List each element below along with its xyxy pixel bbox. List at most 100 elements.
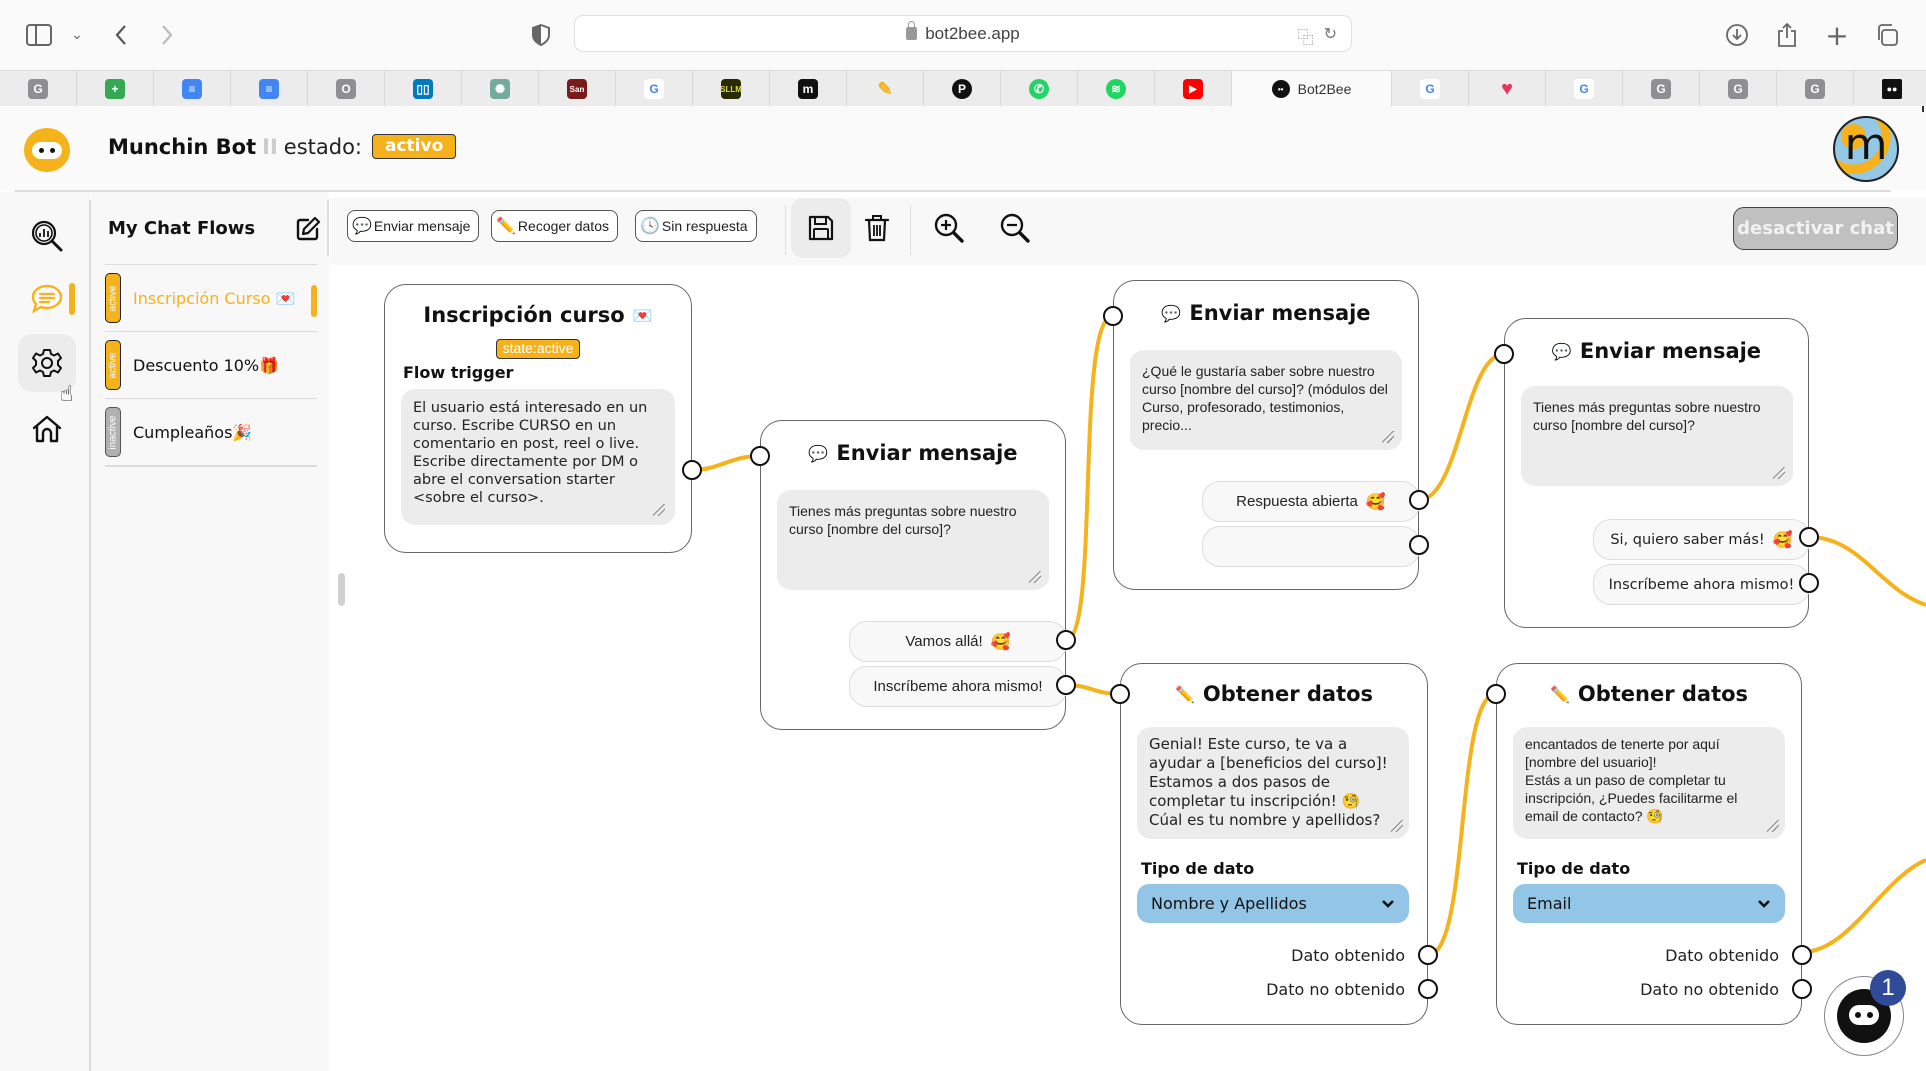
output-port[interactable] <box>1056 675 1076 695</box>
resize-grip-icon[interactable] <box>653 504 665 516</box>
output-port[interactable] <box>1792 979 1812 999</box>
send-message-node[interactable]: 💬 Enviar mensaje ¿Qué le gustaría saber s… <box>1113 280 1420 590</box>
pinned-tab[interactable]: ✆ <box>1001 71 1078 107</box>
add-send-message-button[interactable]: 💬 Enviar mensaje <box>347 210 480 242</box>
message-text[interactable]: ¿Qué le gustaría saber sobre nuestro cur… <box>1130 350 1402 450</box>
trigger-node[interactable]: Inscripción curso 💌 state:active Flow tri… <box>384 284 692 553</box>
message-text[interactable]: encantados de tenerte por aquí [nombre d… <box>1513 727 1785 839</box>
quick-reply-button-empty[interactable] <box>1202 526 1420 567</box>
forward-icon[interactable] <box>152 20 182 50</box>
pinned-tab[interactable]: ●● <box>1854 71 1926 107</box>
pinned-tab[interactable]: O <box>308 71 385 107</box>
rail-analytics-button[interactable] <box>18 207 76 265</box>
output-port[interactable] <box>1799 527 1819 547</box>
deactivate-chat-button[interactable]: desactivar chat <box>1733 207 1898 250</box>
resize-grip-icon[interactable] <box>1767 820 1779 832</box>
output-port[interactable] <box>1799 573 1819 593</box>
trigger-text[interactable]: El usuario está interesado en un curso. … <box>401 389 675 525</box>
add-no-response-button[interactable]: 🕓 Sin respuesta <box>635 210 757 242</box>
url-bar[interactable]: bot2bee.app ⿻ ↻ <box>574 15 1352 52</box>
delete-button[interactable] <box>847 198 907 258</box>
tab-bot2bee[interactable]: •• Bot2Bee <box>1232 71 1392 107</box>
pinned-tab[interactable]: ✎ <box>847 71 924 107</box>
pinned-tab[interactable]: ▶ <box>1155 71 1232 107</box>
pinned-tab[interactable]: G <box>616 71 693 107</box>
pinned-tab[interactable]: G <box>1700 71 1777 107</box>
collect-data-node[interactable]: ✏️ Obtener datos Genial! Este curso, te v… <box>1120 663 1428 1025</box>
pinned-tab[interactable]: P <box>924 71 1001 107</box>
pinned-tab[interactable]: ▯▯ <box>385 71 462 107</box>
message-text[interactable]: Tienes más preguntas sobre nuestro curso… <box>777 490 1049 590</box>
new-tab-icon[interactable]: + <box>1822 19 1852 52</box>
input-port[interactable] <box>1494 344 1514 364</box>
flow-item-cumpleanos[interactable]: inactive Cumpleaños🎉 <box>105 398 317 465</box>
sidebar-toggle-icon[interactable] <box>24 20 54 50</box>
output-port[interactable] <box>1409 490 1429 510</box>
resize-grip-icon[interactable] <box>1382 431 1394 443</box>
downloads-icon[interactable] <box>1722 20 1752 50</box>
resize-grip-icon[interactable] <box>1773 467 1785 479</box>
pinned-tab[interactable]: ✺ <box>462 71 539 107</box>
reload-icon[interactable]: ↻ <box>1324 24 1337 48</box>
translate-icon[interactable]: ⿻ <box>1298 24 1314 48</box>
output-port[interactable] <box>1056 630 1076 650</box>
data-type-select[interactable]: Email <box>1513 884 1785 923</box>
zoom-in-button[interactable] <box>919 198 979 258</box>
pinned-tab[interactable]: G <box>1546 71 1623 107</box>
quick-reply-button[interactable]: Inscríbeme ahora mismo! <box>1593 564 1810 605</box>
quick-reply-button[interactable]: Inscríbeme ahora mismo! <box>849 666 1067 707</box>
miro-m-icon: m <box>798 79 818 99</box>
back-icon[interactable] <box>106 20 136 50</box>
share-icon[interactable] <box>1772 20 1802 50</box>
zoom-out-button[interactable] <box>985 198 1045 258</box>
input-port[interactable] <box>1110 684 1130 704</box>
pinned-tab[interactable]: ≡ <box>154 71 231 107</box>
status-badge[interactable]: activo <box>372 134 457 159</box>
pinned-tab[interactable]: + <box>77 71 154 107</box>
pinned-tab[interactable]: San <box>539 71 616 107</box>
edit-flows-button[interactable] <box>295 216 321 242</box>
send-message-node[interactable]: 💬 Enviar mensaje Tienes más preguntas sob… <box>1504 318 1810 628</box>
chevron-down-icon[interactable]: ⌄ <box>62 20 92 50</box>
resize-grip-icon[interactable] <box>1029 571 1041 583</box>
panel-resize-handle[interactable] <box>338 573 345 606</box>
pinned-tab[interactable]: m <box>770 71 847 107</box>
pinned-tab[interactable]: ♥ <box>1469 71 1546 107</box>
pinned-tab[interactable]: SLLM <box>693 71 770 107</box>
privacy-shield-icon[interactable] <box>526 20 556 50</box>
quick-reply-button[interactable]: Respuesta abierta 🥰 <box>1202 481 1420 522</box>
rail-home-button[interactable] <box>18 400 76 458</box>
flow-item-descuento[interactable]: active Descuento 10%🎁 <box>105 331 317 398</box>
collect-data-node[interactable]: ✏️ Obtener datos encantados de tenerte po… <box>1496 663 1802 1025</box>
save-button[interactable] <box>791 198 851 258</box>
output-port[interactable] <box>1418 945 1438 965</box>
rail-chat-flows-button[interactable] <box>18 270 76 328</box>
output-port[interactable] <box>1409 535 1429 555</box>
input-port[interactable] <box>1103 306 1123 326</box>
message-text[interactable]: Tienes más preguntas sobre nuestro curso… <box>1521 386 1793 486</box>
send-message-node[interactable]: 💬 Enviar mensaje Tienes más preguntas sob… <box>760 420 1067 730</box>
pinned-tab[interactable]: G <box>1392 71 1469 107</box>
pinned-tab[interactable]: ≡ <box>231 71 308 107</box>
output-port[interactable] <box>682 460 702 480</box>
user-avatar[interactable]: m <box>1833 116 1899 182</box>
quick-reply-button[interactable]: Vamos allá! 🥰 <box>849 621 1067 662</box>
output-port[interactable] <box>1792 945 1812 965</box>
analytics-search-icon <box>31 220 63 252</box>
add-collect-data-button[interactable]: ✏️ Recoger datos <box>491 210 618 242</box>
input-port[interactable] <box>750 446 770 466</box>
input-port[interactable] <box>1486 684 1506 704</box>
pinned-tab[interactable]: G <box>1623 71 1700 107</box>
flow-label: Cumpleaños🎉 <box>133 422 253 442</box>
output-port[interactable] <box>1418 979 1438 999</box>
flow-item-inscripcion-curso[interactable]: active Inscripción Curso 💌 <box>105 264 317 331</box>
pinned-tab[interactable]: ≋ <box>1078 71 1155 107</box>
pinned-tab[interactable]: G <box>0 71 77 107</box>
resize-grip-icon[interactable] <box>1391 820 1403 832</box>
quick-reply-button[interactable]: Si, quiero saber más! 🥰 <box>1593 519 1810 560</box>
pinned-tab[interactable]: G <box>1777 71 1854 107</box>
bot2bee-logo[interactable] <box>24 128 70 172</box>
data-type-select[interactable]: Nombre y Apellidos <box>1137 884 1409 923</box>
tab-overview-icon[interactable] <box>1872 20 1902 50</box>
message-text[interactable]: Genial! Este curso, te va a ayudar a [be… <box>1137 727 1409 839</box>
